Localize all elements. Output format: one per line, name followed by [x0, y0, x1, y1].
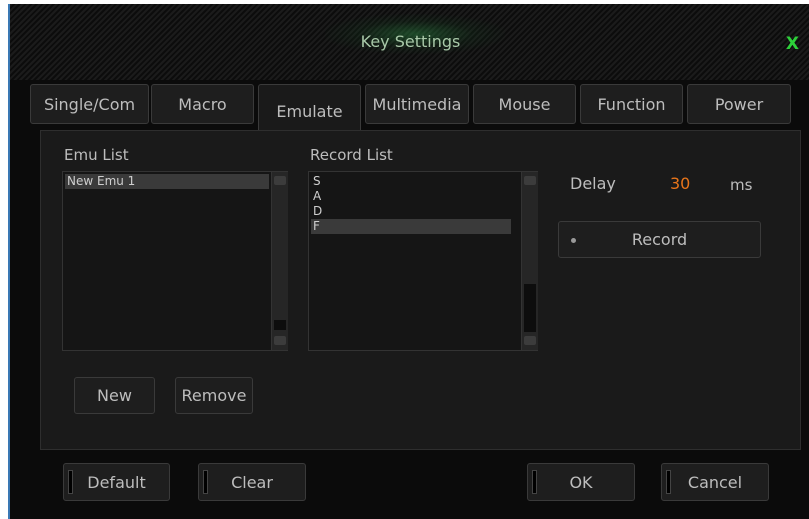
tab-macro[interactable]: Macro — [151, 84, 254, 124]
new-button[interactable]: New — [74, 377, 155, 414]
scroll-thumb[interactable] — [524, 284, 536, 332]
scroll-down-arrow-icon[interactable] — [274, 336, 286, 345]
button-indicator — [68, 470, 73, 494]
list-item[interactable]: D — [311, 204, 515, 219]
title-bar[interactable]: Key Settings X — [10, 4, 809, 80]
record-list[interactable]: S A D F — [308, 171, 538, 351]
list-item[interactable]: F — [311, 219, 511, 234]
delay-label: Delay — [570, 174, 616, 193]
button-indicator — [532, 470, 537, 494]
tab-function[interactable]: Function — [580, 84, 683, 124]
tab-mouse[interactable]: Mouse — [473, 84, 576, 124]
record-button[interactable]: Record — [558, 221, 761, 258]
tab-single-com[interactable]: Single/Com — [30, 84, 149, 124]
tab-power[interactable]: Power — [687, 84, 791, 124]
tab-multimedia[interactable]: Multimedia — [365, 84, 469, 124]
delay-unit: ms — [730, 176, 753, 194]
cancel-button[interactable]: Cancel — [661, 463, 769, 501]
default-button[interactable]: Default — [63, 463, 170, 501]
record-dot-icon — [571, 237, 576, 243]
window-title: Key Settings — [360, 32, 461, 51]
list-item[interactable]: New Emu 1 — [65, 174, 269, 189]
list-item[interactable]: S — [311, 174, 515, 189]
clear-button-label: Clear — [231, 472, 273, 492]
record-list-label: Record List — [310, 146, 393, 164]
cancel-button-label: Cancel — [687, 472, 743, 492]
button-indicator — [666, 470, 671, 494]
record-button-label: Record — [631, 230, 688, 249]
emu-list[interactable]: New Emu 1 — [62, 171, 288, 351]
emu-list-label: Emu List — [64, 146, 129, 164]
button-indicator — [203, 470, 208, 494]
scroll-down-arrow-icon[interactable] — [524, 336, 536, 345]
ok-button-label: OK — [569, 472, 593, 492]
scroll-up-arrow-icon[interactable] — [274, 176, 286, 185]
key-settings-window: Key Settings X Single/Com Macro Emulate … — [8, 4, 809, 519]
record-list-scrollbar[interactable] — [521, 172, 538, 350]
scroll-up-arrow-icon[interactable] — [524, 176, 536, 185]
close-button[interactable]: X — [786, 34, 799, 54]
emu-list-scrollbar[interactable] — [271, 172, 288, 350]
remove-button[interactable]: Remove — [175, 377, 253, 414]
clear-button[interactable]: Clear — [198, 463, 306, 501]
delay-value[interactable]: 30 — [670, 174, 690, 193]
ok-button[interactable]: OK — [527, 463, 635, 501]
default-button-label: Default — [87, 472, 146, 492]
list-item[interactable]: A — [311, 189, 515, 204]
scroll-thumb[interactable] — [274, 320, 286, 330]
